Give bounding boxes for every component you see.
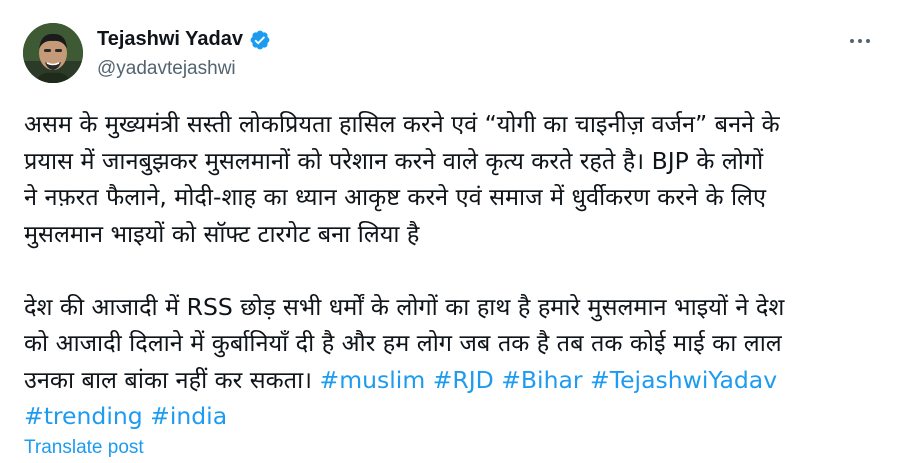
hashtag-link[interactable]: #TejashwiYadav bbox=[590, 366, 777, 394]
avatar[interactable] bbox=[23, 23, 83, 83]
post-line: ने नफ़रत फैलाने, मोदी-शाह का ध्यान आकृष्… bbox=[24, 183, 766, 211]
post-text: असम के मुख्यमंत्री सस्ती लोकप्रियता हासि… bbox=[24, 106, 884, 435]
post-paragraph-1: असम के मुख्यमंत्री सस्ती लोकप्रियता हासि… bbox=[24, 106, 884, 252]
hashtag-link[interactable]: #RJD bbox=[433, 366, 494, 394]
post-line-hashtags: #trending #india bbox=[24, 398, 884, 435]
post-line-with-hashtags: उनका बाल बांका नहीं कर सकता। #muslim #RJ… bbox=[24, 362, 884, 399]
more-options-button[interactable] bbox=[840, 26, 880, 56]
hashtag-link[interactable]: #india bbox=[150, 402, 227, 430]
translate-post-link[interactable]: Translate post bbox=[24, 437, 144, 459]
hashtag-link[interactable]: #muslim bbox=[320, 366, 426, 394]
hashtag-link[interactable]: #trending bbox=[24, 402, 143, 430]
post-line: असम के मुख्यमंत्री सस्ती लोकप्रियता हासि… bbox=[24, 110, 780, 138]
post-line: प्रयास में जानबुझकर मुसलमानों को परेशान … bbox=[24, 146, 764, 175]
verified-badge-icon[interactable] bbox=[249, 29, 271, 51]
author-display-name[interactable]: Tejashwi Yadav bbox=[97, 28, 243, 51]
hashtag-link[interactable]: #Bihar bbox=[501, 366, 582, 394]
post-line: मुसलमान भाइयों को सॉफ्ट टारगेट बना लिया … bbox=[24, 219, 420, 248]
avatar-image bbox=[23, 23, 83, 83]
author-handle[interactable]: @yadavtejashwi bbox=[97, 58, 236, 80]
more-horizontal-icon bbox=[850, 39, 854, 43]
author-name-row: Tejashwi Yadav bbox=[97, 28, 271, 51]
post-line: को आजादी दिलाने में कुर्बानियाँ दी है और… bbox=[24, 329, 782, 357]
post-line-text: उनका बाल बांका नहीं कर सकता। bbox=[24, 365, 320, 394]
post-paragraph-2: देश की आजादी में RSS छोड़ सभी धर्मों के … bbox=[24, 289, 884, 435]
more-dot bbox=[858, 39, 862, 43]
more-dot bbox=[866, 39, 870, 43]
tweet: Tejashwi Yadav @yadavtejashwi असम के मुख… bbox=[0, 0, 901, 463]
post-line: देश की आजादी में RSS छोड़ सभी धर्मों के … bbox=[24, 292, 785, 321]
